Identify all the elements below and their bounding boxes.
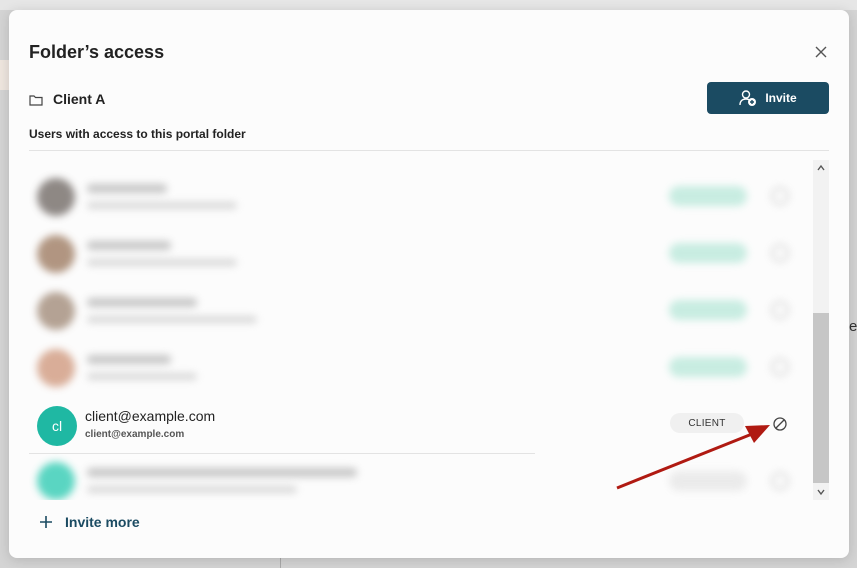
divider bbox=[29, 150, 829, 151]
redacted-action-icon bbox=[771, 472, 789, 490]
background-text-fragment: e bbox=[849, 318, 857, 335]
folder-info: Client A bbox=[29, 90, 105, 108]
redacted-action-icon bbox=[771, 187, 789, 205]
redacted-badge bbox=[669, 243, 747, 263]
dialog-title: Folder’s access bbox=[29, 42, 165, 62]
redacted-email bbox=[87, 202, 237, 209]
add-user-icon bbox=[739, 90, 757, 106]
user-list-scrollbar[interactable] bbox=[813, 160, 829, 500]
invite-more-label: Invite more bbox=[65, 514, 140, 530]
redacted-action-icon bbox=[771, 301, 789, 319]
background-header-strip bbox=[0, 0, 857, 10]
folder-icon bbox=[29, 94, 43, 106]
redacted-badge bbox=[669, 300, 747, 320]
avatar bbox=[37, 349, 75, 387]
user-name: client@example.com bbox=[85, 408, 216, 424]
invite-more-button[interactable]: Invite more bbox=[39, 513, 140, 531]
avatar bbox=[37, 292, 75, 330]
list-item-redacted bbox=[29, 282, 811, 339]
redacted-action-icon bbox=[771, 358, 789, 376]
redacted-name bbox=[87, 468, 357, 477]
folder-access-dialog: Folder’s access Client A Invite Users wi… bbox=[9, 10, 849, 558]
list-item-redacted bbox=[29, 339, 811, 396]
avatar bbox=[37, 178, 75, 216]
close-icon[interactable] bbox=[813, 44, 829, 60]
redacted-email bbox=[87, 259, 237, 266]
list-item-redacted bbox=[29, 168, 811, 225]
redacted-email bbox=[87, 373, 197, 380]
background-panel-edge bbox=[0, 60, 9, 90]
avatar bbox=[37, 235, 75, 273]
scroll-down-icon[interactable] bbox=[813, 484, 829, 500]
plus-icon bbox=[40, 516, 52, 528]
redacted-badge bbox=[669, 186, 747, 206]
redacted-name bbox=[87, 298, 197, 307]
block-icon[interactable] bbox=[772, 416, 788, 432]
user-email: client@example.com bbox=[85, 429, 185, 440]
redacted-email bbox=[87, 486, 297, 493]
user-list: cl client@example.com client@example.com… bbox=[29, 160, 811, 500]
background-divider bbox=[280, 558, 281, 568]
redacted-badge bbox=[669, 471, 747, 491]
scrollbar-thumb[interactable] bbox=[813, 313, 829, 483]
role-badge: CLIENT bbox=[670, 413, 744, 433]
redacted-name bbox=[87, 184, 167, 193]
invite-button[interactable]: Invite bbox=[707, 82, 829, 114]
folder-name: Client A bbox=[53, 91, 106, 107]
list-item-redacted bbox=[29, 454, 811, 500]
redacted-email bbox=[87, 316, 257, 323]
list-item: cl client@example.com client@example.com… bbox=[29, 392, 811, 452]
invite-button-label: Invite bbox=[765, 91, 797, 105]
redacted-name bbox=[87, 241, 171, 250]
avatar bbox=[37, 462, 75, 500]
redacted-badge bbox=[669, 357, 747, 377]
list-item-redacted bbox=[29, 225, 811, 282]
redacted-action-icon bbox=[771, 244, 789, 262]
avatar: cl bbox=[37, 406, 77, 446]
section-label: Users with access to this portal folder bbox=[29, 127, 246, 141]
scroll-up-icon[interactable] bbox=[813, 160, 829, 176]
redacted-name bbox=[87, 355, 171, 364]
